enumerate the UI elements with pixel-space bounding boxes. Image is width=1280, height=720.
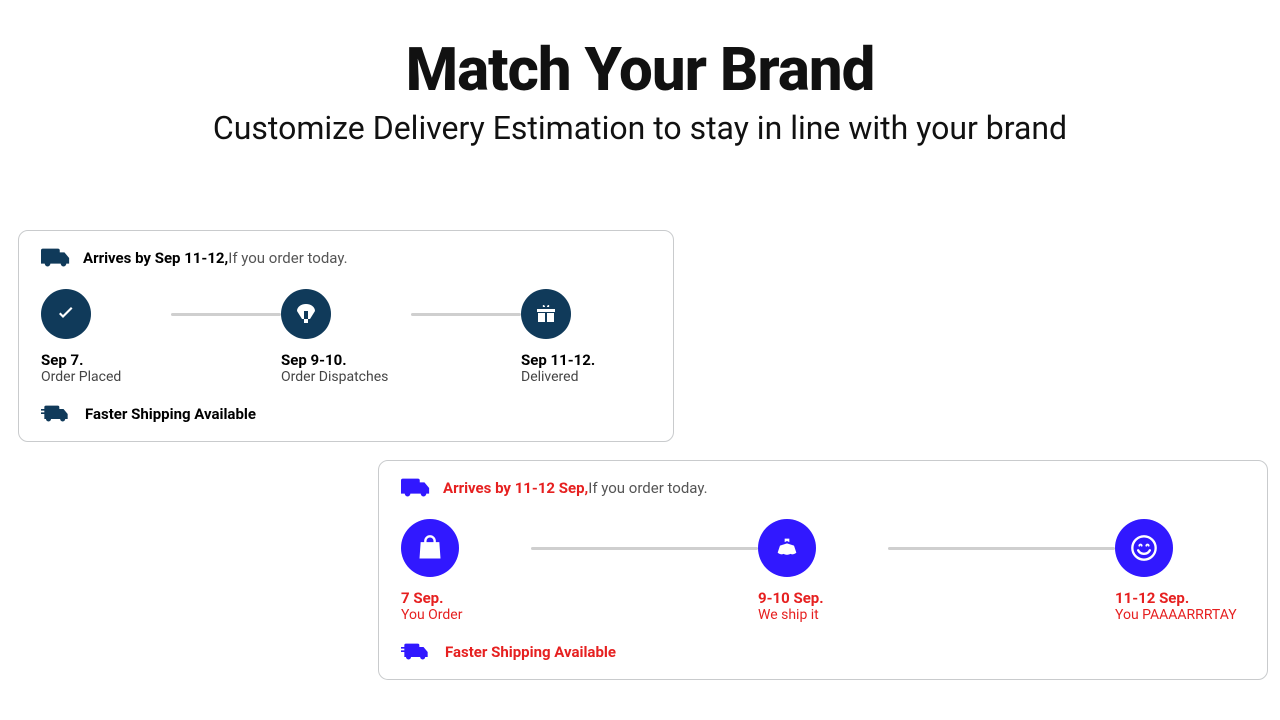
timeline-step-ship: 9-10 Sep. We ship it (758, 519, 888, 623)
step-date: Sep 11-12. (521, 351, 595, 369)
faster-shipping-text: Faster Shipping Available (85, 405, 256, 423)
smile-icon (1115, 519, 1173, 577)
delivery-widget-variant-b: Arrives by 11-12 Sep,If you order today.… (378, 460, 1268, 680)
timeline-connector (411, 313, 521, 316)
page-title: Match Your Brand (0, 34, 1280, 105)
truck-icon (41, 247, 71, 269)
timeline-connector (888, 547, 1115, 550)
fast-truck-icon (401, 641, 431, 663)
gift-icon (521, 289, 571, 339)
arrival-condition: If you order today. (588, 479, 707, 497)
step-date: 9-10 Sep. (758, 589, 824, 607)
timeline-connector (171, 313, 281, 316)
faster-shipping-text: Faster Shipping Available (445, 643, 616, 661)
timeline-step-delivered: Sep 11-12. Delivered (521, 289, 651, 385)
timeline-step-dispatched: Sep 9-10. Order Dispatches (281, 289, 411, 385)
timeline-step-party: 11-12 Sep. You PAAAARRRTAY (1115, 519, 1245, 623)
step-desc: Delivered (521, 369, 595, 385)
step-date: Sep 9-10. (281, 351, 388, 369)
arrival-text: Arrives by 11-12 Sep,If you order today. (443, 479, 708, 497)
check-icon (41, 289, 91, 339)
fast-truck-icon (41, 403, 71, 425)
truck-icon (401, 477, 431, 499)
bag-icon (401, 519, 459, 577)
step-date: Sep 7. (41, 351, 121, 369)
arrival-date: Arrives by 11-12 Sep, (443, 479, 588, 497)
delivery-widget-variant-a: Arrives by Sep 11-12,If you order today.… (18, 230, 674, 442)
timeline-step-order: 7 Sep. You Order (401, 519, 531, 623)
page-subtitle: Customize Delivery Estimation to stay in… (0, 109, 1280, 147)
arrival-date: Arrives by Sep 11-12, (83, 249, 228, 267)
parachute-icon (281, 289, 331, 339)
ship-icon (758, 519, 816, 577)
timeline-step-placed: Sep 7. Order Placed (41, 289, 171, 385)
step-date: 7 Sep. (401, 589, 462, 607)
timeline-connector (531, 547, 758, 550)
arrival-condition: If you order today. (228, 249, 347, 267)
arrival-text: Arrives by Sep 11-12,If you order today. (83, 249, 348, 267)
step-desc: We ship it (758, 607, 824, 623)
step-desc: Order Placed (41, 369, 121, 385)
step-date: 11-12 Sep. (1115, 589, 1237, 607)
step-desc: Order Dispatches (281, 369, 388, 385)
step-desc: You Order (401, 607, 462, 623)
step-desc: You PAAAARRRTAY (1115, 607, 1237, 623)
